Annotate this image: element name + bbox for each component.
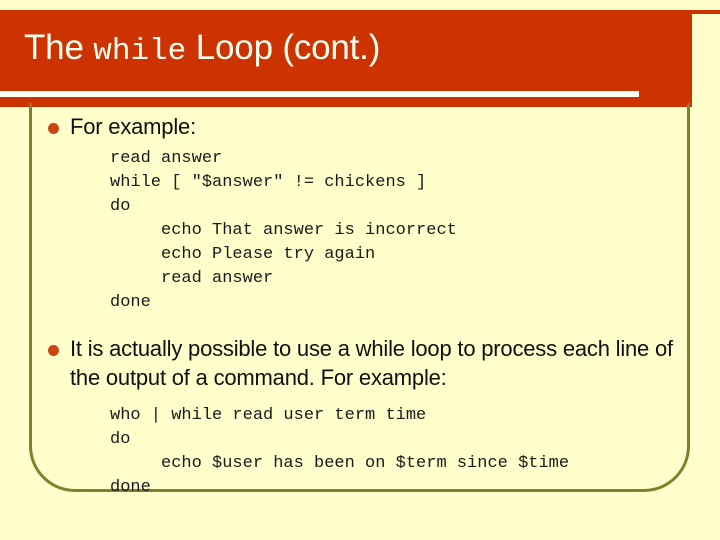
bullet-text-2: It is actually possible to use a while l… (70, 336, 673, 390)
slide: The while Loop (cont.) For example: read… (0, 0, 720, 540)
code-block-2: who | while read user term time do echo … (110, 406, 570, 497)
bullet-item-2: It is actually possible to use a while l… (48, 334, 688, 392)
code-block-1: read answer while [ "$answer" != chicken… (110, 149, 457, 312)
content-area: For example: read answer while [ "$answe… (48, 112, 688, 500)
page-title-keyword: while (93, 34, 187, 69)
title-banner-edge-strip (692, 10, 720, 14)
bullet-item-1: For example: (48, 112, 688, 141)
page-title-prefix: The (24, 28, 94, 67)
bullet-dot-icon-1 (48, 112, 70, 134)
page-title-suffix: Loop (cont.) (186, 28, 381, 67)
page-title: The while Loop (cont.) (24, 26, 380, 74)
bullet-text-1: For example: (70, 114, 196, 139)
title-underline (0, 91, 639, 97)
bullet-dot-icon-2 (48, 334, 70, 356)
